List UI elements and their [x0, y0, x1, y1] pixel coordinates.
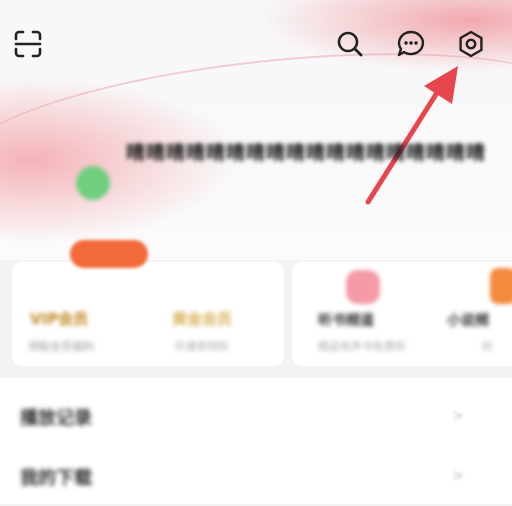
novel-icon	[490, 268, 512, 304]
side-card-subtitle: 精品有声书免费听	[318, 340, 406, 353]
scan-icon	[14, 30, 42, 58]
avatar[interactable]	[76, 166, 110, 200]
search-button[interactable]	[334, 28, 366, 60]
audiobook-icon	[346, 270, 380, 304]
list-item[interactable]: 播放记录 >	[0, 386, 512, 446]
gold-title: 黄金会员	[172, 310, 233, 328]
settings-button[interactable]	[455, 28, 487, 60]
message-button[interactable]	[395, 28, 427, 60]
side-card-subtitle-2: 好	[482, 340, 493, 353]
user-nickname[interactable]: 晴晴晴晴晴晴晴晴晴晴晴晴晴晴晴晴晴晴	[126, 138, 486, 165]
gold-subtitle: 开通享特权	[174, 340, 229, 353]
list-item-label: 播放记录	[20, 408, 92, 429]
scan-button[interactable]	[12, 28, 44, 60]
search-icon	[337, 31, 363, 57]
message-icon	[397, 30, 425, 57]
side-card-title-2: 小说频	[447, 313, 489, 329]
list-item[interactable]: 我的下载 >	[0, 446, 512, 506]
promo-badge[interactable]	[70, 240, 148, 268]
vip-subtitle: 领取会员福利	[28, 340, 94, 353]
side-card-title: 听书频道	[318, 313, 374, 329]
vip-title: VIP会员	[30, 310, 89, 328]
settings-gear-icon	[459, 30, 483, 58]
menu-list: 播放记录 > 我的下载 >	[0, 378, 512, 504]
chevron-right-icon: >	[452, 468, 464, 484]
list-item-label: 我的下载	[20, 468, 92, 489]
chevron-right-icon: >	[452, 408, 464, 424]
